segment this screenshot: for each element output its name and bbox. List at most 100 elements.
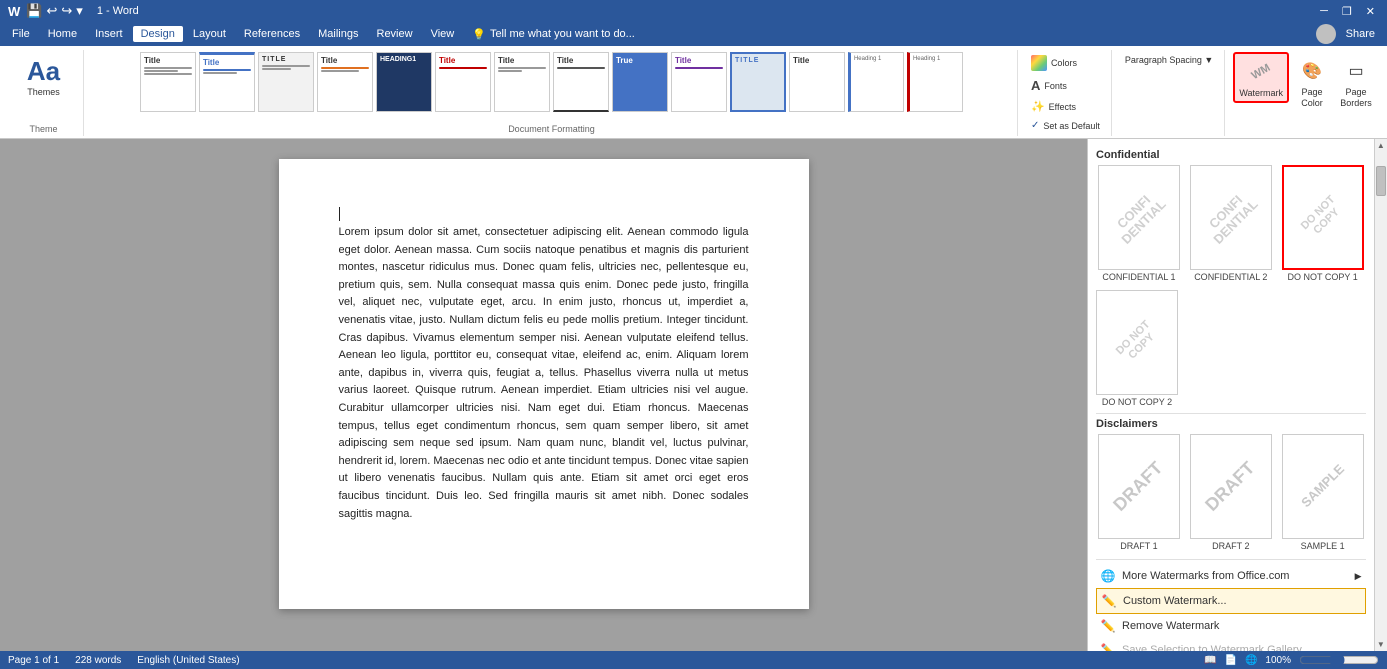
donotcopy1-thumb[interactable]: DO NOTCOPY — [1282, 165, 1364, 270]
draft1-thumb[interactable]: DRAFT — [1098, 434, 1180, 539]
donotcopy2-text: DO NOTCOPY — [1113, 319, 1160, 366]
menu-mailings[interactable]: Mailings — [310, 26, 366, 42]
read-view-btn[interactable]: 📖 — [1204, 655, 1216, 666]
panel-scrollbar[interactable]: ▲ ▼ — [1374, 139, 1387, 651]
doc-formatting-label: Document Formatting — [508, 122, 595, 134]
web-view-btn[interactable]: 🌐 — [1245, 655, 1257, 666]
theme-thumb-4[interactable]: Title — [317, 52, 373, 112]
theme-thumb-13[interactable]: Heading 1 — [848, 52, 904, 112]
theme-thumb-2[interactable]: Title — [199, 52, 255, 112]
effects-btn[interactable]: ✨ Effects — [1026, 97, 1096, 116]
main-area: Lorem ipsum dolor sit amet, consectetuer… — [0, 139, 1387, 651]
menu-insert[interactable]: Insert — [87, 26, 131, 42]
watermark-panel: Confidential CONFIDENTIAL CONFIDENTIAL 1… — [1087, 139, 1374, 651]
watermark-confidential2[interactable]: CONFIDENTIAL CONFIDENTIAL 2 — [1188, 165, 1274, 282]
more-watermarks-item[interactable]: 🌐 More Watermarks from Office.com ▶ — [1096, 564, 1366, 588]
donotcopy2-thumb[interactable]: DO NOTCOPY — [1096, 290, 1178, 395]
fonts-btn[interactable]: A Fonts — [1026, 75, 1096, 96]
set-default-btn[interactable]: ✓ Set as Default — [1026, 117, 1105, 134]
minimize-btn[interactable]: ─ — [1316, 5, 1332, 18]
scroll-down-arrow[interactable]: ▼ — [1375, 638, 1387, 651]
donotcopy2-label: DO NOT COPY 2 — [1102, 397, 1172, 407]
menu-home[interactable]: Home — [40, 26, 85, 42]
sample1-text: SAMPLE — [1298, 462, 1346, 510]
confidential2-label: CONFIDENTIAL 2 — [1194, 272, 1267, 282]
text-cursor — [339, 207, 340, 221]
custom-watermark-item[interactable]: ✏️ Custom Watermark... — [1096, 588, 1366, 614]
remove-watermark-item[interactable]: ✏️ Remove Watermark — [1096, 614, 1366, 638]
menu-design[interactable]: Design — [133, 26, 183, 42]
themes-button[interactable]: Aa Themes — [19, 52, 69, 101]
zoom-slider[interactable] — [1299, 653, 1379, 667]
theme-thumb-1[interactable]: Title — [140, 52, 196, 112]
watermark-confidential1[interactable]: CONFIDENTIAL CONFIDENTIAL 1 — [1096, 165, 1182, 282]
colors-btn[interactable]: Colors — [1026, 52, 1096, 74]
confidential-row2: DO NOTCOPY DO NOT COPY 2 — [1096, 290, 1366, 407]
watermark-sample1[interactable]: SAMPLE SAMPLE 1 — [1280, 434, 1366, 551]
undo-btn[interactable]: ↩ — [46, 3, 57, 19]
title-bar-left: W 💾 ↩ ↪ ▾ 1 - Word — [8, 3, 139, 19]
draft2-thumb[interactable]: DRAFT — [1190, 434, 1272, 539]
custom-watermark-icon: ✏️ — [1101, 593, 1117, 609]
menu-layout[interactable]: Layout — [185, 26, 234, 42]
donotcopy1-label: DO NOT COPY 1 — [1288, 272, 1358, 282]
theme-thumb-11[interactable]: TITLE — [730, 52, 786, 112]
confidential2-thumb[interactable]: CONFIDENTIAL — [1190, 165, 1272, 270]
save-to-gallery-icon: ✏️ — [1100, 642, 1116, 651]
ribbon: Aa Themes Theme Title Title — [0, 46, 1387, 139]
theme-thumb-5[interactable]: HEADING1 — [376, 52, 432, 112]
theme-thumb-7[interactable]: Title — [494, 52, 550, 112]
watermark-donotcopy2[interactable]: DO NOTCOPY DO NOT COPY 2 — [1096, 290, 1178, 407]
page-color-btn[interactable]: 🎨 PageColor — [1291, 52, 1333, 112]
theme-thumb-8[interactable]: Title — [553, 52, 609, 112]
save-btn[interactable]: 💾 — [26, 3, 42, 19]
paragraph-spacing-btn[interactable]: Paragraph Spacing ▼ — [1120, 52, 1218, 68]
word-count: 228 words — [75, 655, 121, 666]
ribbon-group-doc-formatting: Title Title TITLE Title — [86, 50, 1018, 136]
document-area: Lorem ipsum dolor sit amet, consectetuer… — [0, 139, 1087, 651]
theme-thumb-6[interactable]: Title — [435, 52, 491, 112]
draft1-label: DRAFT 1 — [1120, 541, 1157, 551]
set-default-label: Set as Default — [1043, 121, 1100, 131]
remove-watermark-icon: ✏️ — [1100, 618, 1116, 634]
print-view-btn[interactable]: 📄 — [1225, 655, 1237, 666]
menu-view[interactable]: View — [423, 26, 463, 42]
document-body[interactable]: Lorem ipsum dolor sit amet, consectetuer… — [339, 224, 749, 523]
page-borders-btn[interactable]: ▭ PageBorders — [1335, 52, 1377, 112]
menu-tell-me[interactable]: 💡 Tell me what you want to do... — [464, 26, 643, 43]
customize-btn[interactable]: ▾ — [76, 3, 83, 19]
ribbon-group-themes: Aa Themes Theme — [4, 50, 84, 136]
menu-references[interactable]: References — [236, 26, 308, 42]
more-watermarks-icon: 🌐 — [1100, 568, 1116, 584]
language: English (United States) — [137, 655, 239, 666]
close-btn[interactable]: ✕ — [1362, 5, 1379, 18]
menu-file[interactable]: File — [4, 26, 38, 42]
watermark-draft1[interactable]: DRAFT DRAFT 1 — [1096, 434, 1182, 551]
theme-thumb-9[interactable]: True — [612, 52, 668, 112]
share-btn[interactable]: Share — [1338, 26, 1383, 42]
watermark-donotcopy1[interactable]: DO NOTCOPY DO NOT COPY 1 — [1280, 165, 1366, 282]
sample1-thumb[interactable]: SAMPLE — [1282, 434, 1364, 539]
theme-thumb-14[interactable]: Heading 1 — [907, 52, 963, 112]
restore-btn[interactable]: ❐ — [1338, 5, 1356, 18]
paragraph-spacing-content: Paragraph Spacing ▼ — [1120, 52, 1218, 134]
more-watermarks-label: More Watermarks from Office.com — [1122, 570, 1289, 582]
effects-icon: ✨ — [1031, 100, 1045, 113]
themes-icon: Aa — [28, 55, 60, 87]
watermark-draft2[interactable]: DRAFT DRAFT 2 — [1188, 434, 1274, 551]
effects-label: Effects — [1049, 102, 1076, 112]
fonts-icon: A — [1031, 78, 1040, 93]
theme-thumb-12[interactable]: Title — [789, 52, 845, 112]
scroll-up-arrow[interactable]: ▲ — [1375, 139, 1387, 152]
scrollbar-thumb[interactable] — [1376, 166, 1386, 196]
confidential1-thumb[interactable]: CONFIDENTIAL — [1098, 165, 1180, 270]
confidential1-text: CONFIDENTIAL — [1109, 187, 1169, 247]
save-to-gallery-label: Save Selection to Watermark Gallery... — [1122, 644, 1310, 651]
theme-thumb-10[interactable]: Title — [671, 52, 727, 112]
title-bar: W 💾 ↩ ↪ ▾ 1 - Word ─ ❐ ✕ — [0, 0, 1387, 22]
theme-thumb-3[interactable]: TITLE — [258, 52, 314, 112]
menu-review[interactable]: Review — [369, 26, 421, 42]
redo-btn[interactable]: ↪ — [61, 3, 72, 19]
more-watermarks-arrow: ▶ — [1355, 571, 1362, 582]
watermark-btn[interactable]: WM Watermark — [1233, 52, 1289, 103]
